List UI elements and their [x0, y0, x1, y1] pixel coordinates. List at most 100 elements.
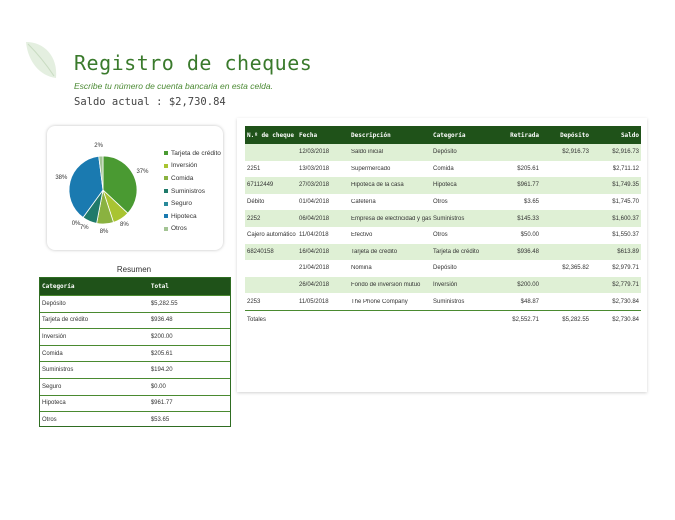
register-row[interactable]: 67112449 27/03/2018 Hipoteca de la casa Hip… [245, 177, 641, 194]
withdrawal-cell[interactable]: $205.61 [491, 166, 541, 172]
check-number-cell[interactable]: 68240158 [245, 249, 297, 255]
totals-withdrawal-cell[interactable]: $2,552.71 [491, 317, 541, 323]
summary-table[interactable]: Categoría Total Depósito $5,282.55 Tarjeta… [39, 277, 231, 427]
summary-row[interactable]: Tarjeta de crédito $936.48 [40, 311, 230, 329]
summary-row[interactable]: Depósito $5,282.55 [40, 295, 230, 312]
description-cell[interactable]: Saldo inicial [349, 149, 431, 155]
deposit-cell[interactable]: $2,365.82 [541, 265, 591, 271]
check-number-cell[interactable]: 67112449 [245, 182, 297, 188]
balance-cell[interactable]: $1,745.70 [591, 199, 641, 205]
balance-cell[interactable]: $2,916.73 [591, 149, 641, 155]
category-cell[interactable]: Suministros [431, 216, 491, 222]
category-cell[interactable]: Otros [431, 199, 491, 205]
category-cell[interactable]: Tarjeta de crédito [431, 249, 491, 255]
summary-total-cell[interactable]: $961.77 [149, 400, 230, 406]
balance-cell[interactable]: $2,979.71 [591, 265, 641, 271]
summary-total-cell[interactable]: $5,282.55 [149, 301, 230, 307]
description-cell[interactable]: Fondo de inversión mutuo [349, 282, 431, 288]
header-description[interactable]: Descripción [349, 132, 431, 139]
balance-cell[interactable]: $2,711.12 [591, 166, 641, 172]
withdrawal-cell[interactable]: $145.33 [491, 216, 541, 222]
register-totals-row[interactable]: Totales $2,552.71 $5,282.55 $2,730.84 [245, 309, 641, 329]
category-cell[interactable]: Inversión [431, 282, 491, 288]
summary-row[interactable]: Inversión $200.00 [40, 328, 230, 345]
summary-row[interactable]: Comida $205.61 [40, 344, 230, 362]
register-row[interactable]: 2253 11/05/2018 The Phone Company Suministr… [245, 293, 641, 310]
summary-total-cell[interactable]: $53.65 [149, 417, 230, 423]
register-row[interactable]: 2251 13/03/2018 Supermercado Comida $205.61 $… [245, 161, 641, 178]
description-cell[interactable]: The Phone Company [349, 299, 431, 305]
register-row[interactable]: 26/04/2018 Fondo de inversión mutuo Invers… [245, 276, 641, 294]
description-cell[interactable]: Cafetería [349, 199, 431, 205]
summary-total-cell[interactable]: $205.61 [149, 351, 230, 357]
totals-balance-cell[interactable]: $2,730.84 [591, 317, 641, 323]
category-cell[interactable]: Depósito [431, 149, 491, 155]
balance-cell[interactable]: $1,550.37 [591, 232, 641, 238]
category-pie-chart[interactable]: Tarjeta de crédito Inversión Comida Suminis… [47, 126, 223, 250]
withdrawal-cell[interactable]: $961.77 [491, 182, 541, 188]
summary-category-cell[interactable]: Hipoteca [40, 400, 149, 406]
category-cell[interactable]: Suministros [431, 299, 491, 305]
summary-category-cell[interactable]: Seguro [40, 384, 149, 390]
check-number-cell[interactable]: Débito [245, 199, 297, 205]
summary-total-cell[interactable]: $0.00 [149, 384, 230, 390]
category-cell[interactable]: Otros [431, 232, 491, 238]
summary-category-cell[interactable]: Tarjeta de crédito [40, 317, 149, 323]
description-cell[interactable]: Efectivo [349, 232, 431, 238]
register-row[interactable]: Débito 01/04/2018 Cafetería Otros $3.65 $1,74… [245, 194, 641, 211]
description-cell[interactable]: Tarjeta de crédito [349, 249, 431, 255]
register-row[interactable]: 68240158 16/04/2018 Tarjeta de crédito Tarj… [245, 243, 641, 261]
check-number-cell[interactable]: 2252 [245, 216, 297, 222]
withdrawal-cell[interactable]: $200.00 [491, 282, 541, 288]
summary-row[interactable]: Seguro $0.00 [40, 377, 230, 395]
summary-header-total[interactable]: Total [149, 283, 230, 290]
summary-row[interactable]: Otros $53.65 [40, 411, 230, 428]
withdrawal-cell[interactable]: $3.65 [491, 199, 541, 205]
check-number-cell[interactable]: 2251 [245, 166, 297, 172]
register-row[interactable]: 21/04/2018 Nómina Depósito $2,365.82 $2,979.… [245, 260, 641, 277]
category-cell[interactable]: Comida [431, 166, 491, 172]
category-cell[interactable]: Depósito [431, 265, 491, 271]
summary-total-cell[interactable]: $194.20 [149, 367, 230, 373]
balance-cell[interactable]: $1,600.37 [591, 216, 641, 222]
description-cell[interactable]: Supermercado [349, 166, 431, 172]
date-cell[interactable]: 11/04/2018 [297, 232, 349, 238]
description-cell[interactable]: Empresa de electricidad y gas [349, 216, 431, 222]
summary-category-cell[interactable]: Suministros [40, 367, 149, 373]
header-date[interactable]: Fecha [297, 132, 349, 139]
balance-cell[interactable]: $1,749.35 [591, 182, 641, 188]
register-row[interactable]: 2252 06/04/2018 Empresa de electricidad y … [245, 210, 641, 227]
register-row[interactable]: Cajero automático 11/04/2018 Efectivo Otros… [245, 227, 641, 244]
check-number-cell[interactable]: Cajero automático [245, 232, 297, 238]
balance-cell[interactable]: $613.89 [591, 249, 641, 255]
withdrawal-cell[interactable]: $48.87 [491, 299, 541, 305]
header-balance[interactable]: Saldo [591, 132, 641, 139]
summary-row[interactable]: Suministros $194.20 [40, 361, 230, 378]
summary-header-category[interactable]: Categoría [40, 283, 149, 290]
withdrawal-cell[interactable]: $936.48 [491, 249, 541, 255]
balance-cell[interactable]: $2,779.71 [591, 282, 641, 288]
summary-category-cell[interactable]: Comida [40, 351, 149, 357]
totals-label[interactable]: Totales [245, 317, 297, 323]
date-cell[interactable]: 26/04/2018 [297, 282, 349, 288]
summary-category-cell[interactable]: Otros [40, 417, 149, 423]
balance-cell[interactable]: $2,730.84 [591, 299, 641, 305]
date-cell[interactable]: 12/03/2018 [297, 149, 349, 155]
withdrawal-cell[interactable]: $50.00 [491, 232, 541, 238]
summary-total-cell[interactable]: $936.48 [149, 317, 230, 323]
header-check-number[interactable]: N.º de cheque [245, 132, 297, 139]
description-cell[interactable]: Hipoteca de la casa [349, 182, 431, 188]
date-cell[interactable]: 16/04/2018 [297, 249, 349, 255]
date-cell[interactable]: 27/03/2018 [297, 182, 349, 188]
totals-deposit-cell[interactable]: $5,282.55 [541, 317, 591, 323]
date-cell[interactable]: 21/04/2018 [297, 265, 349, 271]
header-withdrawal[interactable]: Retirada [491, 132, 541, 139]
deposit-cell[interactable]: $2,916.73 [541, 149, 591, 155]
category-cell[interactable]: Hipoteca [431, 182, 491, 188]
header-deposit[interactable]: Depósito [541, 132, 591, 139]
check-number-cell[interactable]: 2253 [245, 299, 297, 305]
summary-row[interactable]: Hipoteca $961.77 [40, 394, 230, 412]
account-hint[interactable]: Escribe tu número de cuenta bancaria en … [74, 81, 273, 91]
check-register-table[interactable]: N.º de cheque Fecha Descripción Categorí… [245, 126, 641, 329]
date-cell[interactable]: 01/04/2018 [297, 199, 349, 205]
